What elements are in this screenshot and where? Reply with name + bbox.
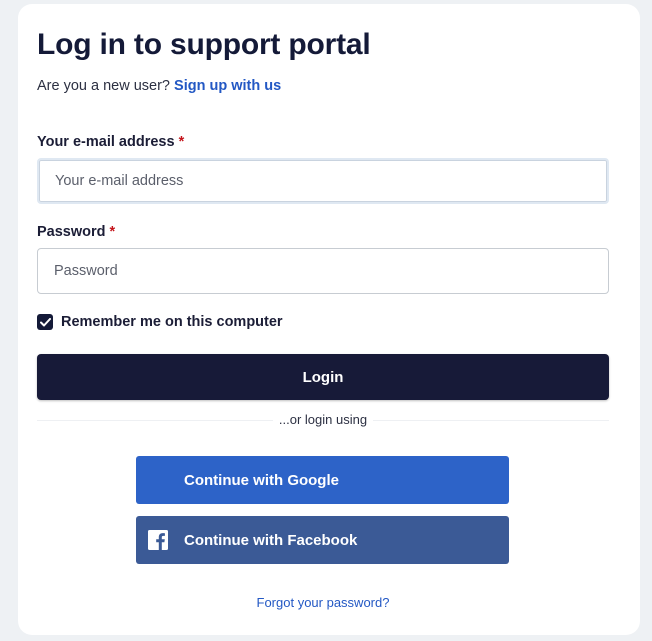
facebook-icon bbox=[148, 530, 168, 550]
email-field[interactable] bbox=[37, 158, 609, 204]
signup-prompt: Are you a new user? Sign up with us bbox=[37, 78, 281, 94]
remember-me-label: Remember me on this computer bbox=[61, 314, 283, 330]
email-label-text: Your e-mail address bbox=[37, 134, 175, 150]
email-label: Your e-mail address * bbox=[37, 134, 184, 150]
required-marker: * bbox=[109, 224, 116, 240]
password-label-text: Password bbox=[37, 224, 106, 240]
check-icon bbox=[39, 317, 51, 326]
password-field[interactable] bbox=[37, 248, 609, 294]
password-label: Password * bbox=[37, 224, 115, 240]
remember-me-row[interactable]: Remember me on this computer bbox=[37, 314, 283, 330]
login-button[interactable]: Login bbox=[37, 354, 609, 400]
social-separator: ...or login using bbox=[37, 412, 609, 427]
facebook-login-label: Continue with Facebook bbox=[184, 531, 358, 549]
login-card: Log in to support portal Are you a new u… bbox=[18, 4, 640, 635]
remember-me-checkbox[interactable] bbox=[37, 314, 53, 330]
forgot-password-link[interactable]: Forgot your password? bbox=[37, 595, 609, 610]
required-marker: * bbox=[178, 134, 185, 150]
google-login-label: Continue with Google bbox=[184, 471, 339, 489]
facebook-login-button[interactable]: Continue with Facebook bbox=[136, 516, 509, 564]
page-title: Log in to support portal bbox=[37, 28, 371, 61]
new-user-text: Are you a new user? bbox=[37, 78, 170, 94]
separator-text: ...or login using bbox=[272, 412, 374, 427]
signup-link[interactable]: Sign up with us bbox=[174, 78, 281, 94]
google-login-button[interactable]: Continue with Google bbox=[136, 456, 509, 504]
